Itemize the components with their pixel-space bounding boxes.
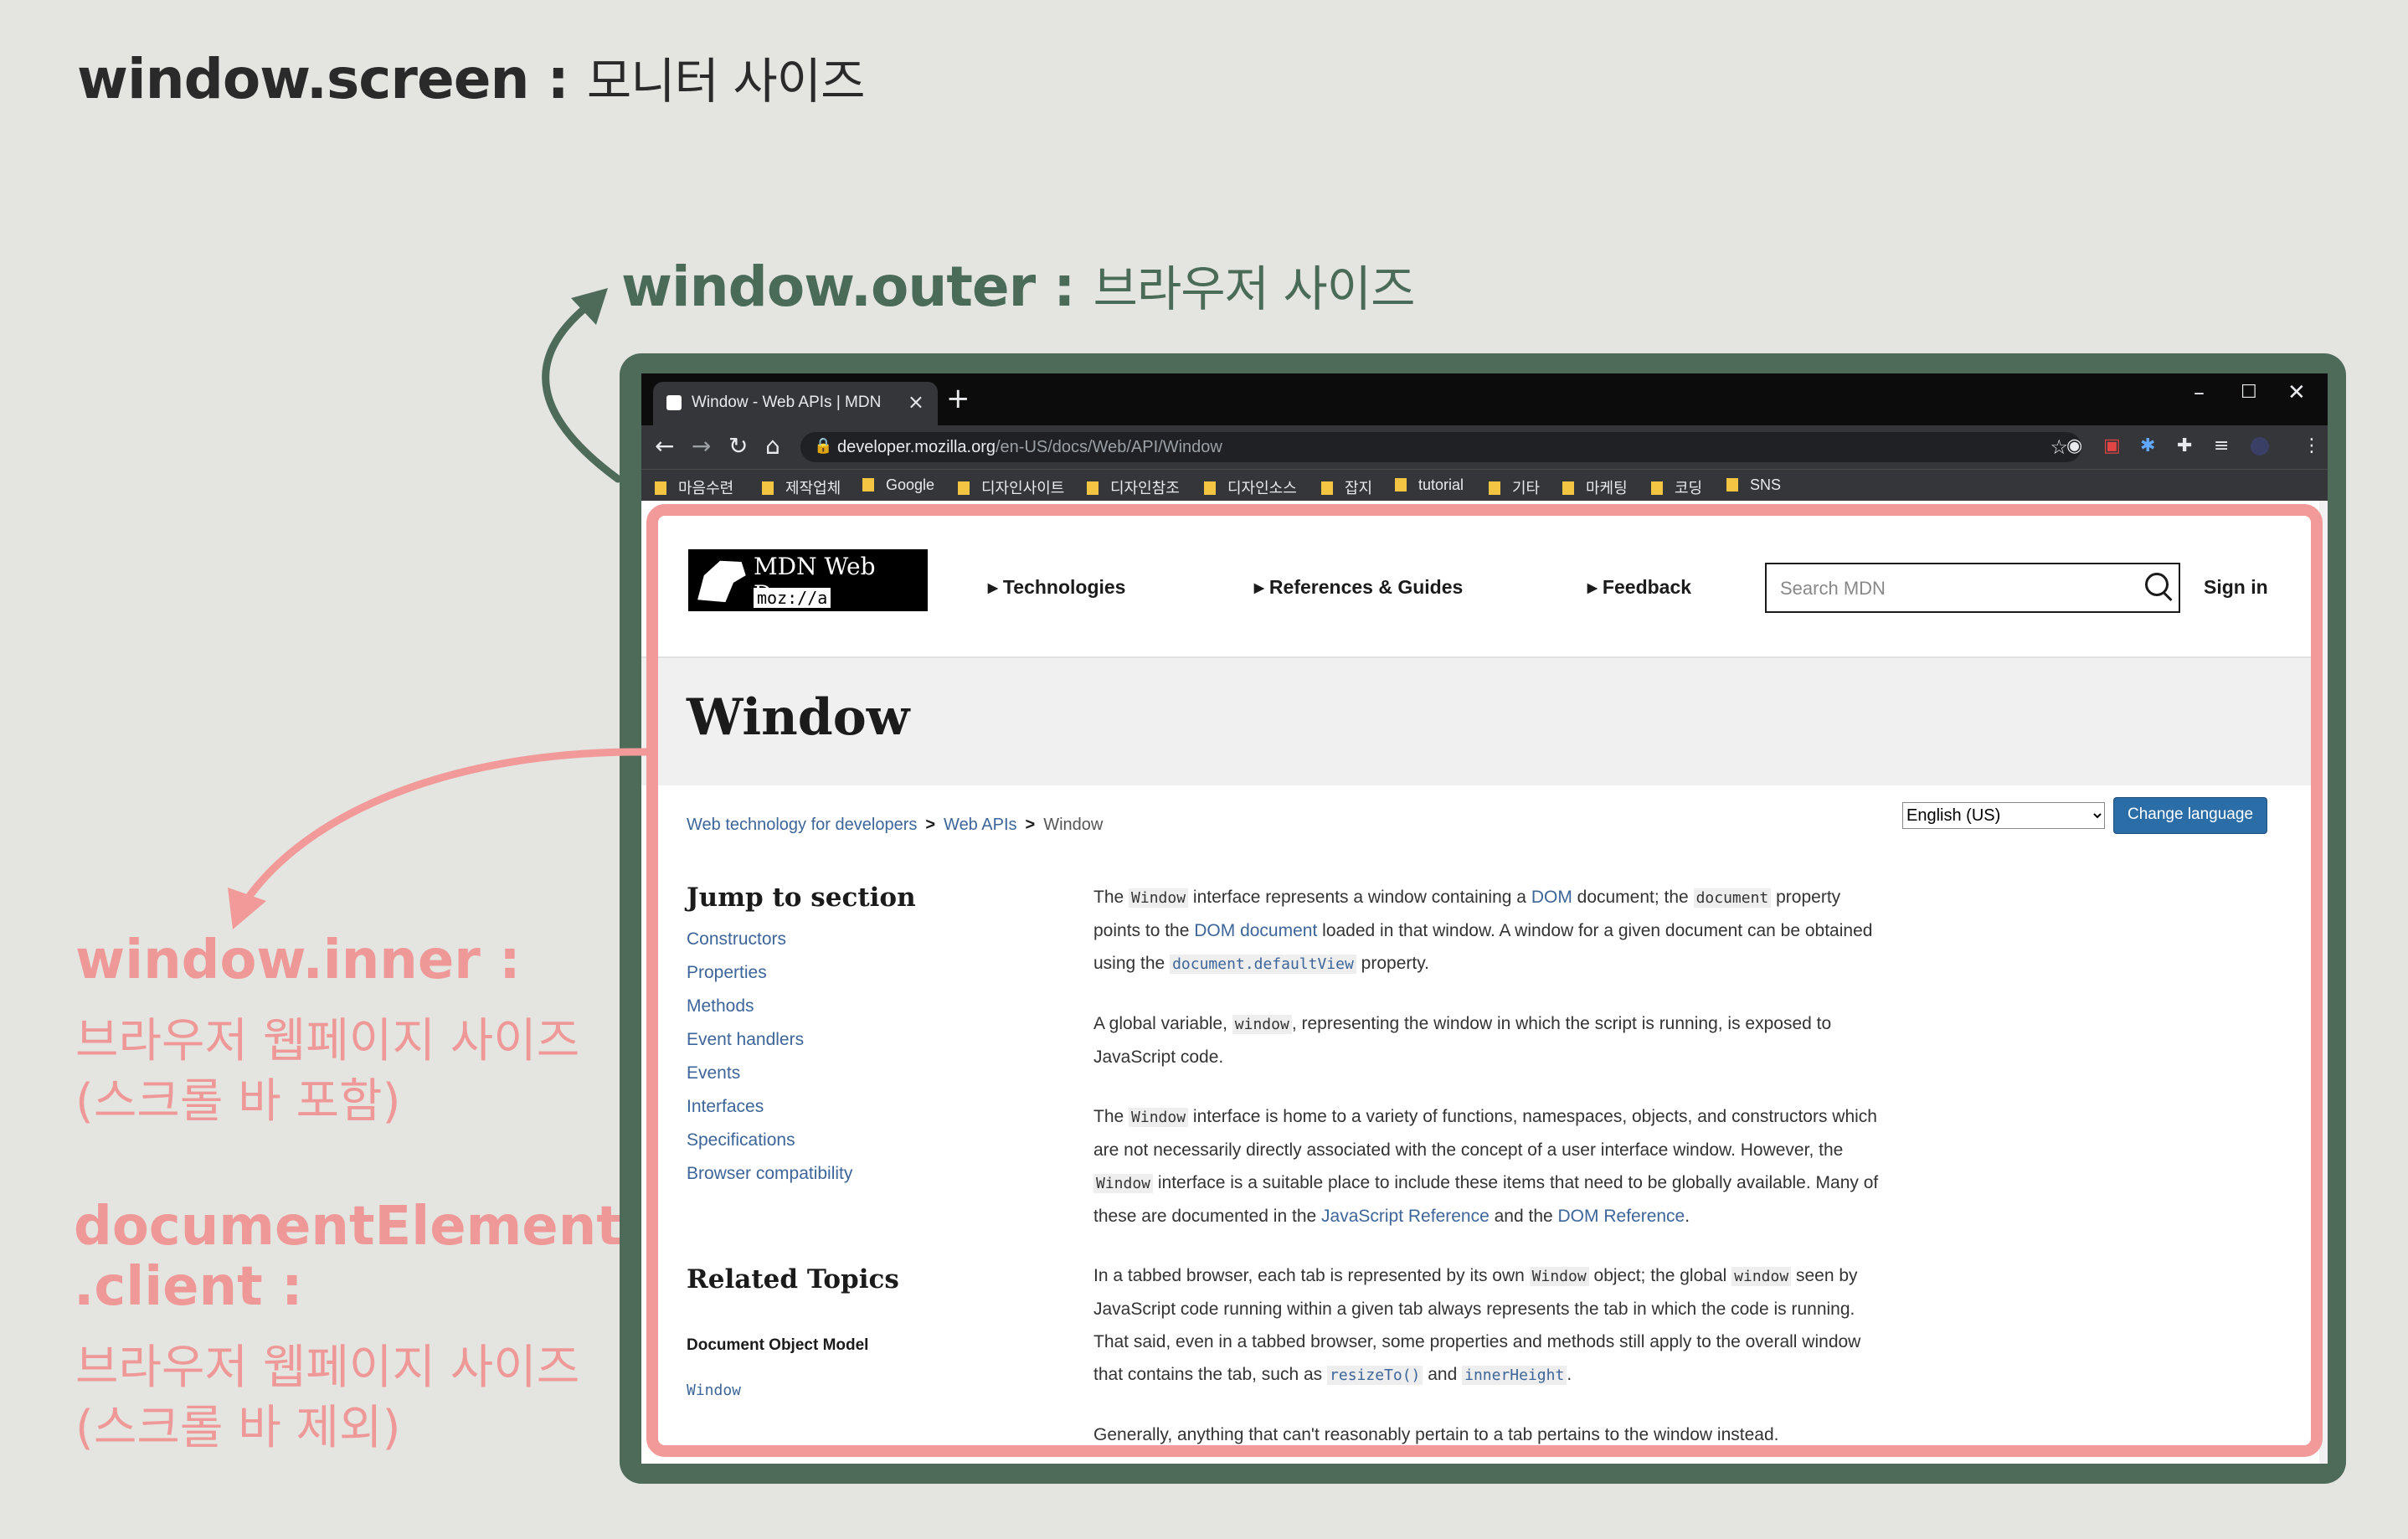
outer-arrow — [542, 299, 622, 483]
annotation-arrows — [228, 288, 651, 929]
inner-arrow — [245, 748, 651, 900]
